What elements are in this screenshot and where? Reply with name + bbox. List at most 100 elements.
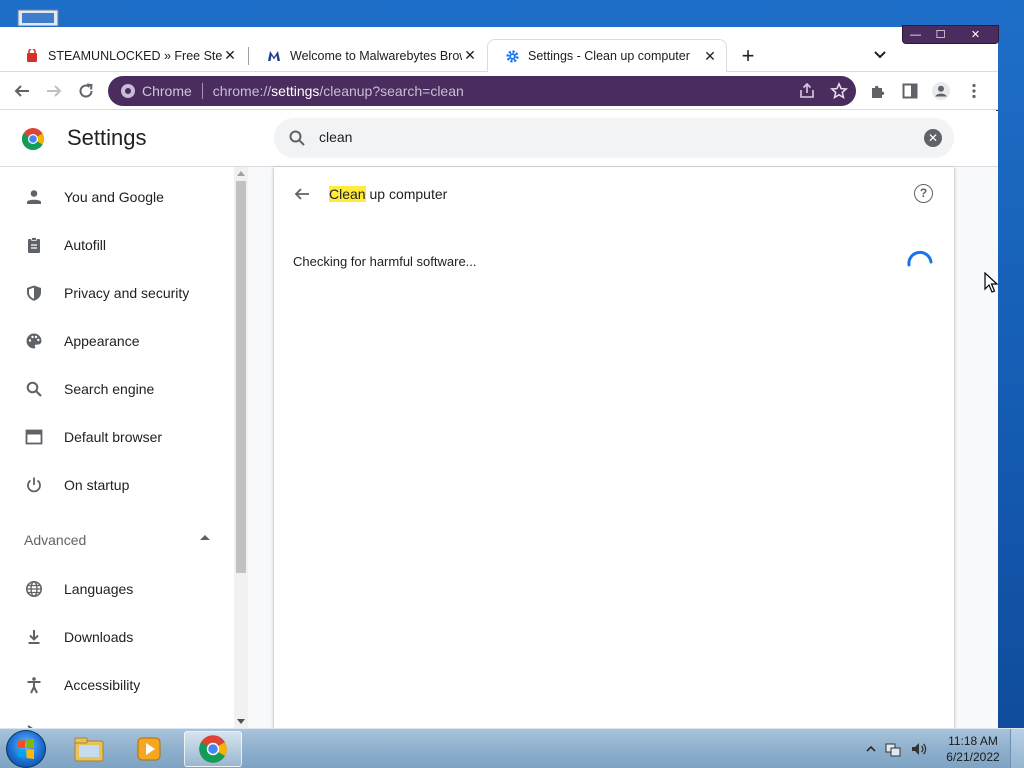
maximize-button[interactable]: ☐: [928, 26, 953, 43]
minimize-button[interactable]: —: [903, 26, 928, 43]
settings-header: Settings clean ✕: [0, 111, 998, 167]
mouse-cursor-icon: [984, 272, 998, 293]
sidebar-item-downloads[interactable]: Downloads: [0, 617, 234, 657]
cleanup-card: [274, 167, 954, 728]
network-icon[interactable]: [884, 740, 902, 758]
side-panel-button[interactable]: [900, 81, 920, 101]
search-input[interactable]: clean: [319, 129, 352, 145]
sidebar-item-privacy[interactable]: Privacy and security: [0, 273, 234, 313]
page-title: Settings: [67, 125, 147, 150]
clear-search-icon[interactable]: ✕: [924, 129, 942, 147]
sidebar-item-accessibility[interactable]: Accessibility: [0, 665, 234, 705]
subpage-title: Clean up computer: [329, 186, 447, 202]
menu-button[interactable]: [964, 81, 984, 101]
new-tab-button[interactable]: +: [736, 45, 760, 69]
media-player-icon: [137, 737, 161, 761]
sidebar-item-label: Privacy and security: [64, 285, 190, 301]
subpage-title-rest: up computer: [365, 186, 448, 202]
sidebar-item-label: Accessibility: [64, 677, 141, 693]
sidebar-item-on-startup[interactable]: On startup: [0, 465, 234, 505]
volume-icon[interactable]: [910, 740, 928, 758]
puzzle-icon: [872, 85, 885, 98]
start-button[interactable]: [6, 730, 46, 768]
show-hidden-icons-icon[interactable]: [866, 744, 876, 754]
settings-search-field[interactable]: clean ✕: [274, 118, 954, 158]
sidebar-item-label: Downloads: [64, 629, 134, 645]
palette-icon: [24, 331, 44, 351]
reload-icon: [79, 83, 93, 98]
sidebar-item-default-browser[interactable]: Default browser: [0, 417, 234, 457]
scroll-down-arrow-icon[interactable]: [237, 719, 245, 724]
tab-search-button[interactable]: [870, 45, 890, 65]
caret-up-icon: [200, 535, 210, 540]
scan-status-text: Checking for harmful software...: [293, 254, 477, 269]
sidebar-item-label: Autofill: [64, 237, 107, 253]
address-bar[interactable]: Chrome chrome://settings/cleanup?search=…: [108, 76, 856, 106]
chrome-logo-icon: [22, 128, 44, 150]
scroll-up-arrow-icon[interactable]: [237, 171, 245, 176]
search-icon: [24, 379, 44, 399]
profile-button[interactable]: [931, 81, 951, 101]
scrollbar-thumb[interactable]: [236, 181, 246, 573]
sidebar-item-search-engine[interactable]: Search engine: [0, 369, 234, 409]
power-icon: [24, 475, 44, 495]
advanced-section-toggle[interactable]: Advanced: [0, 523, 234, 559]
tab-title: STEAMUNLOCKED » Free Steam: [48, 48, 222, 63]
clock-time: 11:18 AM: [948, 734, 998, 748]
clock-date: 6/21/2022: [946, 750, 1000, 764]
malwarebytes-favicon-icon: [266, 48, 282, 64]
windows-logo-icon: [18, 738, 34, 759]
back-button[interactable]: [11, 80, 33, 102]
tab-title: Welcome to Malwarebytes Brows: [290, 48, 462, 63]
taskbar-media-player-button[interactable]: [121, 731, 179, 767]
back-arrow-button[interactable]: [292, 184, 312, 204]
url-path: /cleanup?search=clean: [319, 83, 464, 99]
kebab-menu-icon: [972, 83, 976, 99]
search-icon: [289, 130, 305, 146]
steamunlocked-favicon-icon: [24, 48, 40, 64]
sidebar-item-partial[interactable]: [0, 713, 234, 728]
share-icon[interactable]: [798, 82, 816, 100]
loading-spinner-icon: [907, 250, 933, 267]
sidebar-item-label: Languages: [64, 581, 134, 597]
sidebar-item-languages[interactable]: Languages: [0, 569, 234, 609]
tab-malwarebytes[interactable]: Welcome to Malwarebytes Brows ✕: [250, 39, 486, 72]
sidebar-item-label: Default browser: [64, 429, 163, 445]
omnibox-actions: [798, 82, 848, 100]
desktop-computer-icon[interactable]: [14, 6, 62, 26]
tab-divider: [248, 47, 249, 65]
browser-icon: [24, 427, 44, 447]
show-desktop-button[interactable]: [1010, 729, 1024, 768]
chevron-down-icon: [874, 51, 886, 59]
settings-gear-favicon-icon: [504, 48, 520, 64]
chrome-icon: [199, 735, 227, 763]
sidebar-scrollbar[interactable]: [234, 167, 248, 728]
sidebar-item-you-and-google[interactable]: You and Google: [0, 177, 234, 217]
advanced-label: Advanced: [24, 532, 87, 548]
tab-steamunlocked[interactable]: STEAMUNLOCKED » Free Steam ✕: [8, 39, 246, 72]
close-window-button[interactable]: ✕: [953, 26, 998, 43]
site-chip-label: Chrome: [142, 83, 192, 99]
shield-icon: [24, 283, 44, 303]
close-icon[interactable]: ✕: [222, 47, 238, 64]
clipboard-icon: [24, 235, 44, 255]
forward-button[interactable]: [43, 80, 65, 102]
chrome-site-icon: [121, 84, 135, 98]
tab-settings[interactable]: Settings - Clean up computer ✕: [487, 39, 727, 72]
star-icon[interactable]: [830, 82, 848, 100]
sidebar-item-autofill[interactable]: Autofill: [0, 225, 234, 265]
taskbar-chrome-button[interactable]: [184, 731, 242, 767]
reload-button[interactable]: [75, 80, 97, 102]
url-host: settings: [271, 83, 320, 99]
taskbar-clock[interactable]: 11:18 AM 6/21/2022: [940, 733, 1006, 765]
close-icon[interactable]: ✕: [462, 47, 478, 64]
globe-icon: [24, 579, 44, 599]
tab-strip: STEAMUNLOCKED » Free Steam ✕ Welcome to …: [0, 25, 999, 72]
explorer-icon: [74, 737, 104, 762]
extensions-button[interactable]: [868, 81, 888, 101]
taskbar-explorer-button[interactable]: [60, 731, 118, 767]
close-icon[interactable]: ✕: [702, 48, 718, 64]
arrow-right-icon: [47, 85, 62, 97]
help-icon[interactable]: ?: [914, 184, 933, 203]
sidebar-item-appearance[interactable]: Appearance: [0, 321, 234, 361]
